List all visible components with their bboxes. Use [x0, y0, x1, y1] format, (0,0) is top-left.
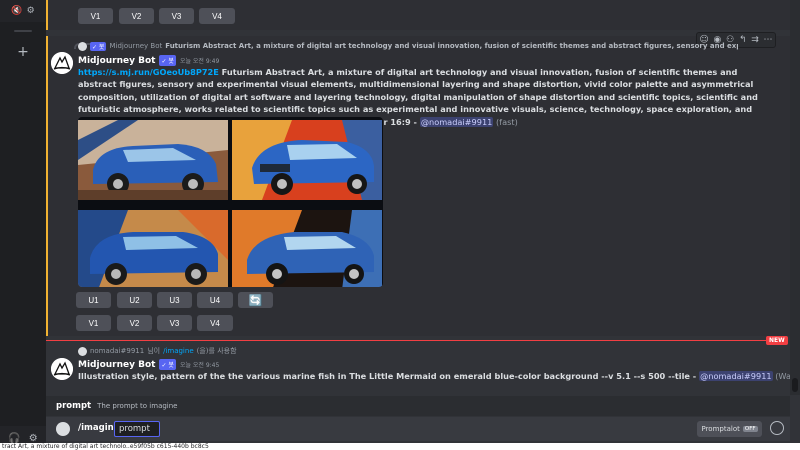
prompt-option-input[interactable]: prompt — [114, 421, 160, 437]
image-grid[interactable] — [78, 117, 383, 287]
variation-button-4[interactable]: V4 — [197, 315, 233, 331]
scrollbar-thumb[interactable] — [792, 378, 798, 392]
command-user[interactable]: nomadai#9911 — [90, 347, 144, 355]
reply-reference[interactable]: ✓ 봇 Midjourney Bot Futurism Abstract Art… — [78, 40, 738, 52]
command-option-popup[interactable]: prompt The prompt to imagine — [46, 396, 790, 416]
variation-button-4[interactable]: V4 — [199, 8, 235, 24]
author-name[interactable]: Midjourney Bot — [78, 56, 155, 66]
message-header: Midjourney Bot ✓ 봇 오늘 오전 9:49 — [78, 55, 219, 66]
user-mention[interactable]: @nomadai#9911 — [699, 371, 773, 381]
variation-button-1[interactable]: V1 — [76, 315, 111, 331]
message-input-bar: /imagine prompt Promptalot OFF — [46, 417, 790, 441]
prompt-link[interactable]: https://s.mj.run/GOeoUb8P72E — [78, 67, 219, 77]
more-icon[interactable]: ⋯ — [764, 35, 773, 45]
variation-button-1[interactable]: V1 — [78, 8, 113, 24]
server-rail: 🔇 ⚙ + 🎧 ⚙ — [0, 0, 46, 450]
settings-icon[interactable]: ⚙ — [29, 433, 38, 444]
headphones-icon[interactable]: 🎧 — [8, 433, 20, 444]
new-badge: NEW — [766, 336, 788, 345]
grid-image-2[interactable] — [232, 120, 382, 200]
reply-avatar — [78, 41, 87, 51]
message-header: Midjourney Bot ✓ 봇 오늘 오전 9:45 — [78, 359, 219, 370]
grid-image-3[interactable] — [78, 210, 228, 287]
forward-icon[interactable]: ⇉ — [751, 35, 759, 45]
command-usage-reference: nomadai#9911 님이 /imagine (을)를 사용함 — [78, 346, 237, 356]
previous-message-tail: V1 V2 V3 V4 — [46, 0, 790, 30]
prompt-text: Illustration style, pattern of the the v… — [78, 371, 700, 381]
bot-badge: ✓ 봇 — [159, 55, 176, 66]
timestamp[interactable]: 오늘 오전 9:49 — [180, 56, 219, 65]
rail-top-controls: 🔇 ⚙ — [0, 0, 46, 22]
gear-icon[interactable]: ⚙ — [27, 6, 35, 16]
command-suffix: (을)를 사용함 — [196, 347, 237, 355]
bot-badge: ✓ 봇 — [159, 359, 176, 370]
variation-button-3[interactable]: V3 — [159, 8, 194, 24]
job-status: (Waiting to start) — [775, 371, 790, 381]
message-list: V1 V2 V3 V4 ☺ ◉ ⚇ ↰ ⇉ ⋯ ✓ 봇 Midjourney B… — [46, 0, 790, 390]
avatar[interactable] — [51, 358, 73, 380]
promptalot-label: Promptalot — [701, 425, 740, 433]
option-description: The prompt to imagine — [97, 402, 178, 410]
rail-divider — [14, 30, 32, 32]
scrollbar[interactable] — [790, 0, 800, 395]
reply-text: Futurism Abstract Art, a mixture of digi… — [165, 42, 738, 50]
upscale-button-1[interactable]: U1 — [76, 292, 111, 308]
browser-status-bar: tract Art, a mixture of digital art tech… — [0, 443, 800, 450]
emoji-icon[interactable] — [770, 421, 784, 435]
variation-button-2[interactable]: V2 — [117, 315, 152, 331]
bot-badge-icon: ✓ 봇 — [90, 41, 107, 51]
upscale-button-4[interactable]: U4 — [197, 292, 233, 308]
grid-image-4[interactable] — [232, 210, 382, 287]
add-server-icon[interactable]: + — [16, 45, 30, 59]
message-content: Illustration style, pattern of the the v… — [78, 371, 790, 381]
avatar[interactable] — [51, 52, 73, 74]
new-messages-divider — [46, 340, 780, 341]
variation-button-3[interactable]: V3 — [157, 315, 192, 331]
app-command-icon — [56, 422, 70, 436]
reroll-refresh-icon[interactable]: 🔄 — [238, 292, 273, 308]
option-name: prompt — [56, 401, 92, 411]
user-mini-avatar — [78, 346, 87, 356]
promptalot-toggle: OFF — [742, 426, 758, 432]
reply-icon[interactable]: ↰ — [739, 35, 747, 45]
upscale-button-3[interactable]: U3 — [157, 292, 192, 308]
variation-button-2[interactable]: V2 — [119, 8, 154, 24]
mic-muted-icon[interactable]: 🔇 — [11, 6, 22, 16]
command-middle-text: 님이 — [147, 347, 161, 355]
promptalot-button[interactable]: Promptalot OFF — [697, 421, 762, 437]
user-mention[interactable]: @nomadai#9911 — [419, 116, 494, 127]
reply-author[interactable]: Midjourney Bot — [109, 42, 162, 50]
slash-command[interactable]: /imagine — [163, 347, 194, 355]
author-name[interactable]: Midjourney Bot — [78, 360, 155, 370]
timestamp[interactable]: 오늘 오전 9:45 — [180, 360, 219, 369]
job-status: (fast) — [493, 116, 518, 127]
grid-image-1[interactable] — [78, 120, 228, 200]
upscale-button-2[interactable]: U2 — [117, 292, 152, 308]
